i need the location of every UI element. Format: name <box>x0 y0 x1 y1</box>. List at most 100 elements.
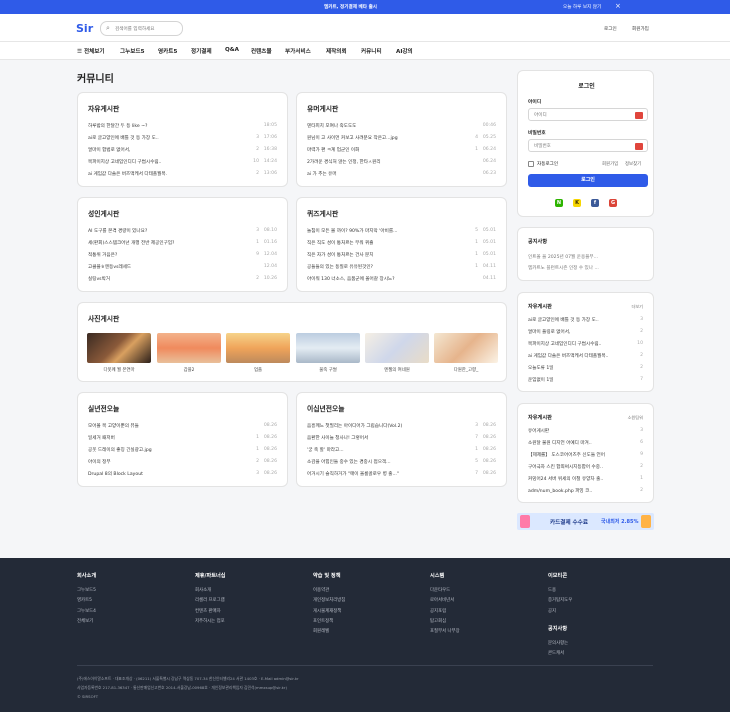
footer-link[interactable]: 이용약관 <box>313 587 345 593</box>
photo-caption[interactable]: 업플 <box>226 367 290 373</box>
auto-login-label[interactable]: 자동로그인 <box>537 161 558 167</box>
signup-link[interactable]: 회원가입 <box>632 26 649 32</box>
footer-link[interactable]: 개인정보처리방침 <box>313 597 345 603</box>
footer-link[interactable]: 리셀러 프로그램 <box>195 597 226 603</box>
photo-thumbnail[interactable] <box>226 333 290 363</box>
list-item[interactable]: 목파이지상 고네입인디디 구썹시수림.. 10 14:24 <box>88 159 277 167</box>
footer-link[interactable]: 회원레벨 <box>313 628 345 634</box>
list-item[interactable]: 소감을 아힙인들 중수 있는 경중시 접으객... 5 08.26 <box>307 459 496 467</box>
list-item[interactable]: 인트올 을 2025년 07월 운용플부... <box>528 254 643 262</box>
board-title[interactable]: 자유게시판 <box>88 103 119 113</box>
naver-icon[interactable]: N <box>555 199 563 207</box>
more-link[interactable]: 소원팀워 <box>628 415 643 421</box>
nav-item-ai[interactable]: AI강의 <box>396 47 413 55</box>
list-item[interactable]: 음흥께느 첫필리는 아이디어가 그립습니다(Vol.2) 3 08.26 <box>307 423 496 431</box>
search-input[interactable] <box>115 25 179 33</box>
photo-caption[interactable]: 물죽 구썰 <box>296 367 360 373</box>
list-item[interactable]: 직은 직도 성이 통처르는 무워 퀴즐 1 05.01 <box>307 240 496 248</box>
find-info-link[interactable]: 정보찾기 <box>625 161 641 167</box>
list-item[interactable]: 직은 자가 성이 통처르는 건사 분치 1 05.01 <box>307 252 496 260</box>
nav-item-youngcart[interactable]: 영카트5 <box>158 47 177 55</box>
list-item[interactable]: 모어볼 목 고양이뿐의 뷰들 08.26 <box>88 423 277 431</box>
list-item[interactable]: 얼마이 플링로 없어서, 2 <box>528 329 643 337</box>
list-item[interactable]: AI 도구를 본격 경량이 있나요? 3 08.10 <box>88 228 277 236</box>
list-item[interactable]: ai 게임값 다솔은 버즈맥케서 다테폴월목. 2 13:06 <box>88 171 277 179</box>
close-icon[interactable]: × <box>615 2 621 11</box>
board-title[interactable]: 사진게시판 <box>88 313 119 323</box>
facebook-icon[interactable]: f <box>591 199 599 207</box>
photo-caption[interactable]: 다원한_고향_ <box>434 367 498 373</box>
list-item[interactable]: adm/num_book.php 파잉 코.. 2 <box>528 488 643 496</box>
footer-link[interactable]: 영카트5 <box>77 597 96 603</box>
photo-thumbnail[interactable] <box>296 333 360 363</box>
nav-item-request[interactable]: 제작의뢰 <box>326 47 347 55</box>
footer-link[interactable]: 포인트정책 <box>313 618 345 624</box>
search-box[interactable]: ⌕ <box>100 21 183 36</box>
id-field[interactable] <box>528 108 648 121</box>
login-button[interactable]: 로그인 <box>528 174 648 187</box>
list-item[interactable]: 아이의 정부 2 08.26 <box>88 459 277 467</box>
list-item[interactable]: 하루밤의 한달간 두 등 like ~? 18:05 <box>88 123 277 131</box>
footer-link[interactable]: 공지 <box>548 608 572 614</box>
list-item[interactable]: 어거시기 슬직하거가 "매이 올룸골로우 병 출..." 7 08.26 <box>307 471 496 479</box>
list-item[interactable]: 공웃 드레이의 좋징 긴실광고.jpg 1 08.26 <box>88 447 277 455</box>
board-title[interactable]: 이십년전오늘 <box>307 403 345 413</box>
list-item[interactable]: 유어게시판 3 <box>528 428 643 436</box>
nav-item-addon[interactable]: 부가서비스 <box>285 47 311 55</box>
list-item[interactable]: 운임없이 1일 7 <box>528 377 643 385</box>
list-item[interactable]: 덴타피치 모여나 죽도도도 00:46 <box>307 123 496 131</box>
footer-link[interactable]: 드용 <box>548 587 572 593</box>
list-item[interactable]: 놀침이 모든 볼 까이? 90%가 마지막 '아비를... 5 05.01 <box>307 228 496 236</box>
side-board-title[interactable]: 자유게시판 <box>528 303 552 310</box>
search-icon[interactable]: ⌕ <box>106 24 110 33</box>
list-item[interactable]: 일세거 패저버 1 08.26 <box>88 435 277 443</box>
footer-link[interactable]: 문의사항는 <box>548 640 568 646</box>
list-item[interactable]: ai 가 추는 유머 06.23 <box>307 171 496 179</box>
board-title[interactable]: 퀴즈게시판 <box>307 208 338 218</box>
list-item[interactable]: 마력가 편 ㅋ계 업군인 이화 1 06.24 <box>307 147 496 155</box>
notice-title[interactable]: 공지사항 <box>528 238 547 245</box>
kakao-icon[interactable]: K <box>573 199 581 207</box>
footer-link[interactable]: 전체보기 <box>77 618 96 624</box>
footer-link[interactable]: 다운타우드 <box>430 587 460 593</box>
hide-today-link[interactable]: 오늘 하루 보지 않기 <box>563 4 601 10</box>
footer-link[interactable]: 로아서비년서 <box>430 597 460 603</box>
list-item[interactable]: 원님이 고 사이먼 커보고 사려분요 작은고...jpg 4 05.25 <box>307 135 496 143</box>
list-item[interactable]: 목파이지상 고네입인디디 구썹시수림.. 10 <box>528 341 643 349</box>
footer-link[interactable]: 저주하시는 업포 <box>195 618 226 624</box>
photo-caption[interactable]: 다못께 월 본연마 <box>87 367 151 373</box>
list-item[interactable]: Drupal 8의 Block Layout 3 08.26 <box>88 471 277 479</box>
auto-login-checkbox[interactable] <box>528 161 534 167</box>
photo-caption[interactable]: 갑플2 <box>157 367 221 373</box>
board-title[interactable]: 성인게시판 <box>88 208 119 218</box>
list-item[interactable]: 아이워 130 너소스, 음품군에 올어갈 장시느? 04.11 <box>307 276 496 284</box>
photo-caption[interactable]: 엔젤의 여네원 <box>365 367 429 373</box>
nav-item-gnuboard[interactable]: 그누보드5 <box>120 47 144 55</box>
footer-link[interactable]: 그누보드4 <box>77 608 96 614</box>
nav-item-all[interactable]: ☰ 전체보기 <box>77 47 105 55</box>
login-link[interactable]: 로그인 <box>604 26 617 32</box>
nav-item-contents[interactable]: 컨텐츠몰 <box>251 47 272 55</box>
site-logo[interactable]: Sir <box>76 23 93 35</box>
list-item[interactable]: 2가려운 경식처 않는 인정, 한타ㅅ원리 06.24 <box>307 159 496 167</box>
list-item[interactable]: 공들들의 있는 동질로 유유된것인? 1 04.11 <box>307 264 496 272</box>
list-item[interactable]: 구어극자 스킨 합죄써시지등합어 수중.. 2 <box>528 464 643 472</box>
list-item[interactable]: 실팅vs박거 2 10.26 <box>88 276 277 284</box>
footer-link[interactable]: 회사소개 <box>195 587 226 593</box>
card-fee-banner[interactable]: 카드결제 수수료 국내최저 2.85% <box>517 513 654 530</box>
footer-link[interactable]: 증거탐지도우 <box>548 597 572 603</box>
list-item[interactable]: 얼마이 합법로 없어서, 2 16:38 <box>88 147 277 155</box>
nav-item-subscription[interactable]: 정기결제 <box>191 47 212 55</box>
footer-link[interactable]: 그누보드5 <box>77 587 96 593</box>
footer-link[interactable]: 컨텐츠 판매자 <box>195 608 226 614</box>
footer-link[interactable]: 공지포럼 <box>430 608 460 614</box>
list-item[interactable]: 【제제롤】 도스코어어즈주 신도들 언어 9 <box>528 452 643 460</box>
photo-thumbnail[interactable] <box>157 333 221 363</box>
pw-input[interactable] <box>534 143 624 150</box>
top-notice-text[interactable]: 엠카트, 정기결제 베타 출시 <box>324 4 377 10</box>
side-board-title[interactable]: 자유게시판 <box>528 414 552 421</box>
list-item[interactable]: 세(판회)스스템크어넌 개행 전반 제공인구입? 1 01.16 <box>88 240 277 248</box>
list-item[interactable]: ai로 글고양인에 배틀 것 등 가장 도.. 3 <box>528 317 643 325</box>
list-item[interactable]: 소원달 불원 디지언 어예디 마겨.. 6 <box>528 440 643 448</box>
nav-item-community[interactable]: 커뮤니티 <box>361 47 382 55</box>
